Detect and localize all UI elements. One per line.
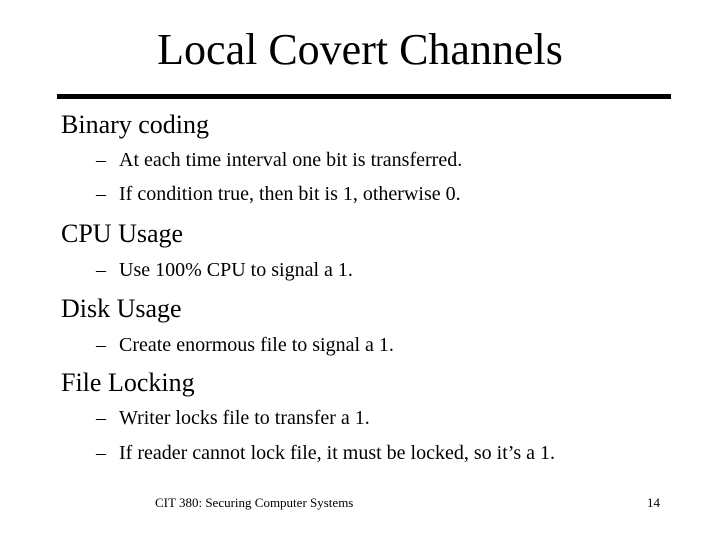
bullet-item: – Create enormous file to signal a 1. bbox=[96, 333, 394, 357]
bullet-text: Use 100% CPU to signal a 1. bbox=[119, 259, 353, 281]
dash-bullet-icon: – bbox=[96, 149, 106, 171]
section-heading-cpu-usage: CPU Usage bbox=[61, 219, 184, 248]
dash-bullet-icon: – bbox=[96, 442, 106, 464]
bullet-text: Writer locks file to transfer a 1. bbox=[119, 407, 370, 429]
footer-course-title: CIT 380: Securing Computer Systems bbox=[155, 495, 354, 510]
bullet-text: If reader cannot lock file, it must be l… bbox=[119, 442, 555, 464]
bullet-text: Create enormous file to signal a 1. bbox=[119, 334, 394, 356]
bullet-item: – If reader cannot lock file, it must be … bbox=[96, 441, 555, 465]
slide-number: 14 bbox=[647, 495, 660, 510]
section-heading-binary-coding: Binary coding bbox=[61, 110, 210, 139]
bullet-text: At each time interval one bit is transfe… bbox=[119, 149, 463, 171]
bullet-item: – If condition true, then bit is 1, other… bbox=[96, 182, 461, 206]
section-heading-file-locking: File Locking bbox=[61, 368, 195, 397]
dash-bullet-icon: – bbox=[96, 407, 106, 429]
title-divider bbox=[57, 94, 671, 99]
dash-bullet-icon: – bbox=[96, 334, 106, 356]
section-heading-disk-usage: Disk Usage bbox=[61, 294, 182, 323]
slide-title: Local Covert Channels bbox=[157, 25, 563, 74]
dash-bullet-icon: – bbox=[96, 259, 106, 281]
dash-bullet-icon: – bbox=[96, 183, 106, 205]
bullet-item: – At each time interval one bit is transf… bbox=[96, 148, 462, 172]
bullet-text: If condition true, then bit is 1, otherw… bbox=[119, 183, 461, 205]
bullet-item: – Writer locks file to transfer a 1. bbox=[96, 406, 370, 430]
bullet-item: – Use 100% CPU to signal a 1. bbox=[96, 258, 353, 282]
